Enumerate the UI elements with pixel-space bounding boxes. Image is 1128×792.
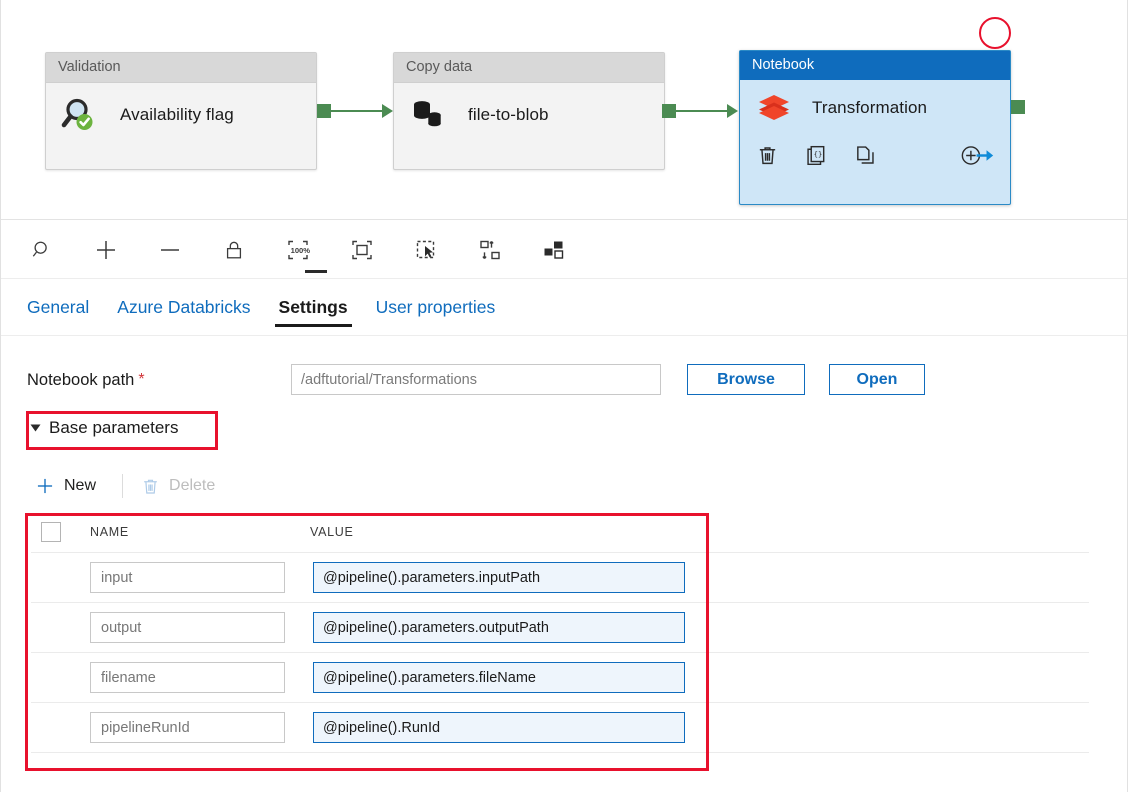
connector-copy-to-notebook[interactable]	[662, 104, 738, 118]
fit-to-screen-icon[interactable]	[347, 235, 377, 265]
open-button[interactable]: Open	[829, 364, 925, 395]
settings-panel: Notebook path * /adftutorial/Transformat…	[1, 336, 1127, 792]
properties-tabs[interactable]: General Azure Databricks Settings User p…	[1, 269, 1127, 336]
activity-node-validation[interactable]: Validation Availability flag	[45, 52, 317, 170]
required-asterisk: *	[138, 371, 145, 388]
layout-icon[interactable]	[539, 235, 569, 265]
delete-parameter-label: Delete	[169, 477, 216, 494]
auto-align-icon[interactable]	[475, 235, 505, 265]
notebook-output-handle[interactable]	[1011, 100, 1025, 114]
new-parameter-button[interactable]: New	[31, 472, 112, 500]
activity-node-notebook[interactable]: Notebook Transformation {}	[739, 50, 1011, 205]
adf-pipeline-editor: Validation Availability flag Copy data f…	[0, 0, 1128, 792]
activity-node-type-label: Notebook	[740, 51, 1010, 80]
lock-icon[interactable]	[219, 235, 249, 265]
notebook-path-row: Notebook path * /adftutorial/Transformat…	[27, 364, 1127, 396]
tab-azure-databricks[interactable]: Azure Databricks	[103, 280, 264, 336]
notebook-path-label: Notebook path	[27, 370, 135, 389]
activity-node-name: Transformation	[812, 98, 928, 117]
activity-node-type-label: Copy data	[394, 53, 664, 83]
svg-text:{}: {}	[814, 149, 823, 158]
magnifier-icon[interactable]	[27, 235, 57, 265]
databricks-icon	[754, 88, 794, 128]
tab-general[interactable]: General	[27, 280, 103, 336]
svg-text:100%: 100%	[291, 246, 310, 255]
activity-node-name: Availability flag	[120, 104, 234, 124]
minus-icon[interactable]	[155, 235, 185, 265]
new-parameter-label: New	[64, 477, 97, 494]
notebook-path-input[interactable]: /adftutorial/Transformations	[291, 364, 661, 395]
activity-node-copy-data[interactable]: Copy data file-to-blob	[393, 52, 665, 170]
annotation-rect-base-parameters	[26, 411, 218, 450]
tab-settings[interactable]: Settings	[265, 269, 362, 336]
connector-line	[676, 110, 727, 112]
connector-line	[331, 110, 382, 112]
canvas-toolbar[interactable]: 100%	[1, 221, 1127, 279]
marquee-select-icon[interactable]	[411, 235, 441, 265]
connector-validation-to-copy[interactable]	[317, 104, 393, 118]
delete-parameter-button[interactable]: Delete	[137, 473, 231, 500]
browse-button[interactable]: Browse	[687, 364, 805, 395]
connector-handle[interactable]	[317, 104, 331, 118]
annotation-rect-parameters-table	[25, 513, 709, 771]
parameters-command-bar[interactable]: New Delete	[31, 472, 231, 500]
connector-arrow	[727, 104, 738, 118]
pipeline-canvas[interactable]: Validation Availability flag Copy data f…	[1, 0, 1127, 220]
activity-node-type-label: Validation	[46, 53, 316, 83]
connector-arrow	[382, 104, 393, 118]
zoom-100-icon[interactable]: 100%	[283, 235, 313, 265]
connector-handle[interactable]	[662, 104, 676, 118]
annotation-circle-notebook	[979, 17, 1011, 49]
command-separator	[122, 474, 124, 498]
plus-icon[interactable]	[91, 235, 121, 265]
magnifier-check-icon	[60, 94, 102, 136]
trash-icon[interactable]	[756, 144, 779, 167]
database-copy-icon	[408, 94, 450, 136]
tab-user-properties[interactable]: User properties	[362, 280, 510, 336]
activity-node-name: file-to-blob	[468, 104, 549, 124]
duplicate-icon[interactable]	[854, 144, 877, 167]
code-braces-icon[interactable]: {}	[805, 144, 828, 167]
add-arrow-icon[interactable]	[960, 144, 996, 167]
